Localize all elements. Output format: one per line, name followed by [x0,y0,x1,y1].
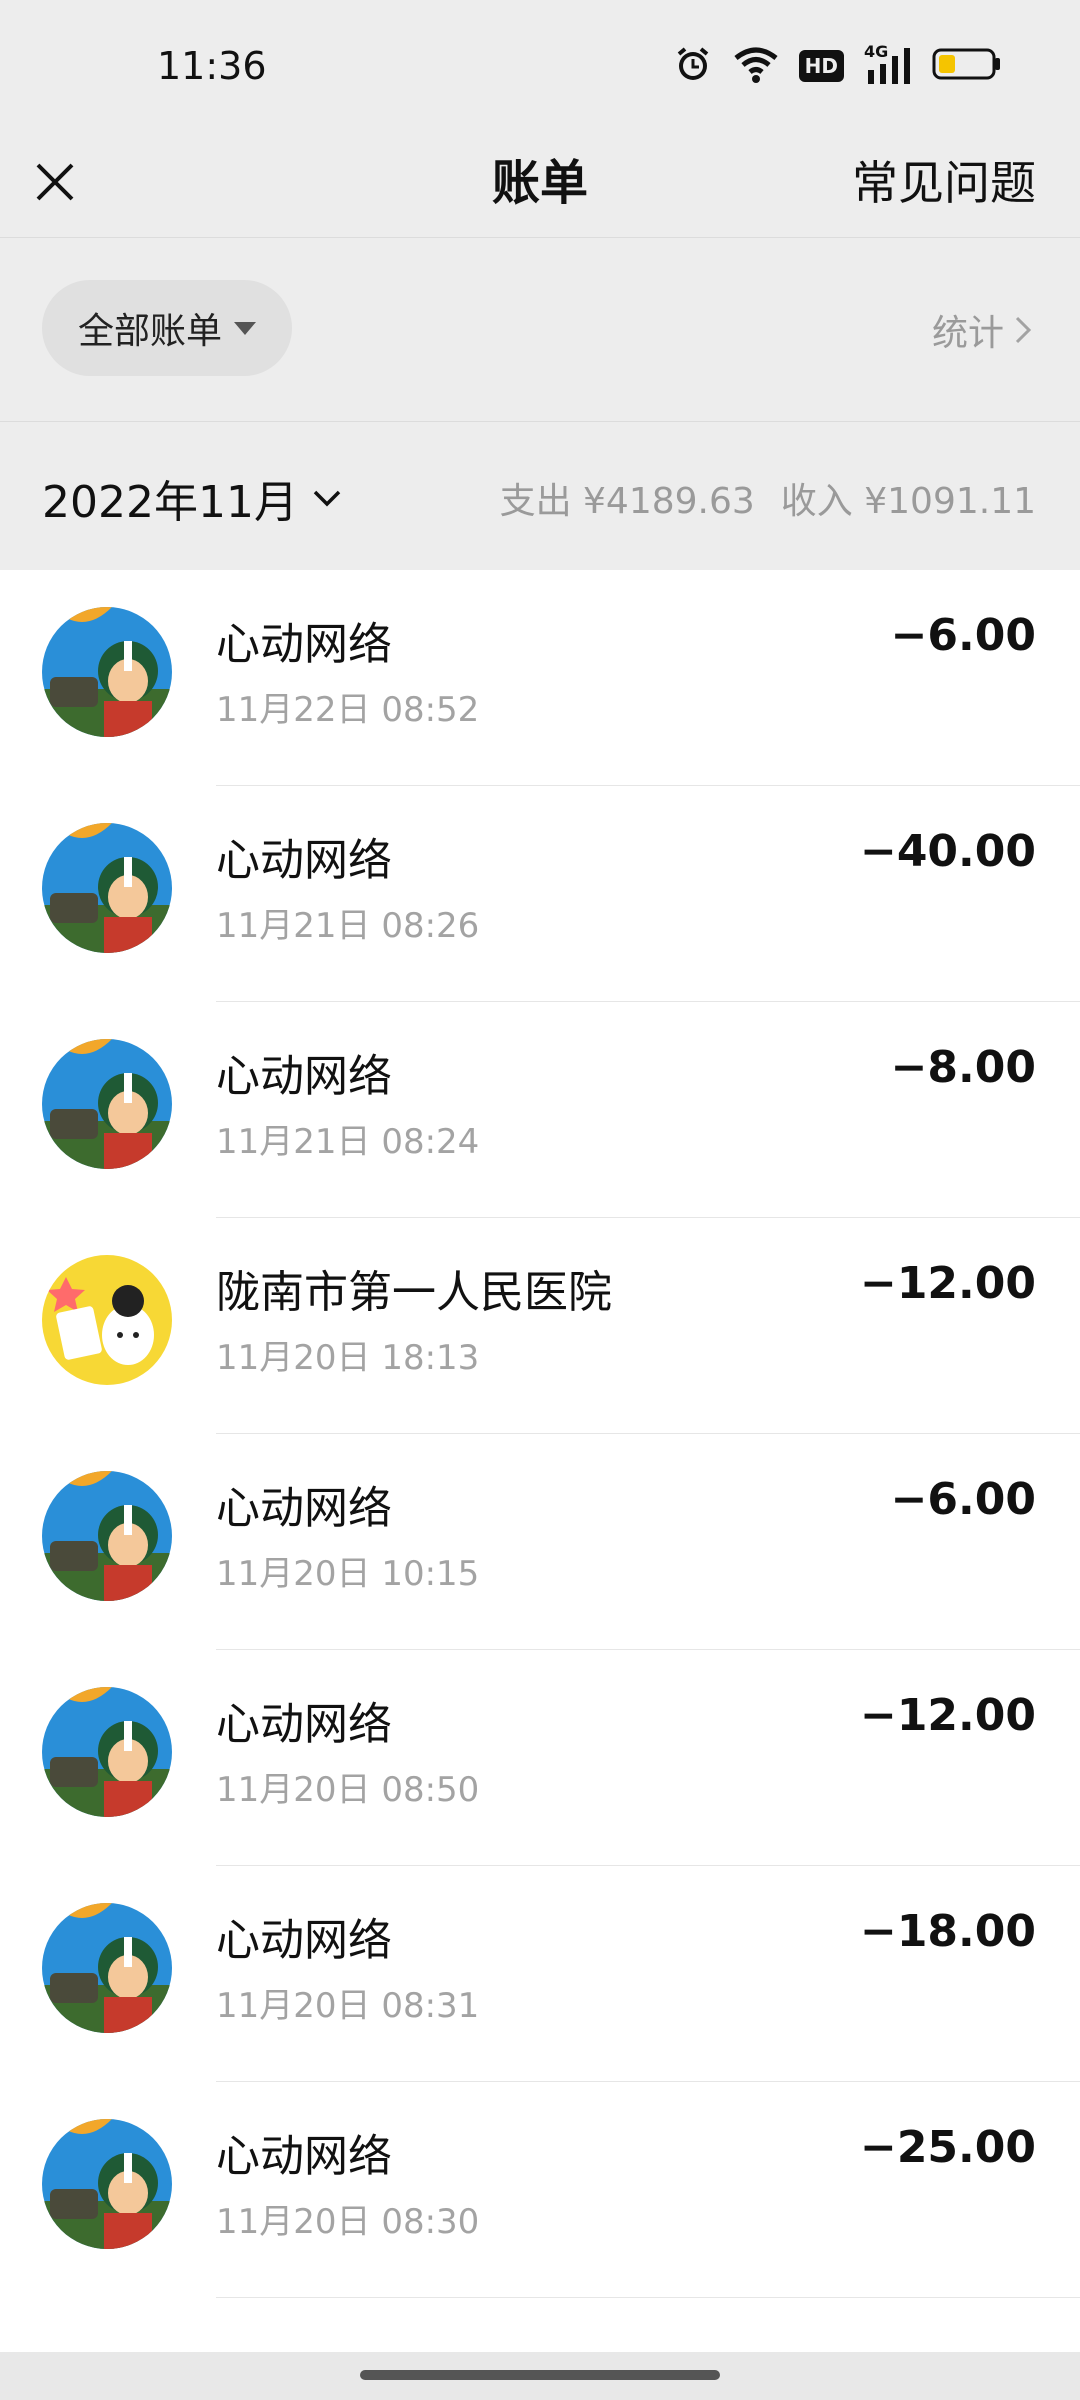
transaction-amount: −12.00 [859,1258,1036,1309]
home-indicator[interactable] [360,2370,720,2380]
transaction-time: 11月20日 08:30 [216,2202,480,2242]
transaction-time: 11月20日 08:50 [216,1770,480,1810]
month-summary: 支出 ¥4189.63 收入 ¥1091.11 [500,472,1036,524]
game-avatar [42,1903,172,2033]
transaction-row-1[interactable]: 心动网络 11月22日 08:52 −6.00 [0,570,1080,786]
caret-down-icon [234,321,256,335]
game-avatar [42,2119,172,2249]
expense-total: 支出 ¥4189.63 [499,481,755,522]
battery-icon [932,47,1002,85]
hd-icon: HD [798,50,844,82]
transaction-amount: −25.00 [859,2122,1036,2173]
month-selector[interactable]: 2022年11月 [42,466,342,530]
merchant-name: 心动网络 [216,1051,392,1102]
top-nav: 账单 常见问题 [0,135,1080,238]
bill-filter-label: 全部账单 [77,311,222,352]
transaction-time: 11月22日 08:52 [216,690,480,730]
transaction-row-7[interactable]: 心动网络 11月20日 08:31 −18.00 [0,1866,1080,2082]
signal-4g-icon: 4G [864,42,912,86]
stats-label: 统计 [931,313,1004,354]
transaction-row-4[interactable]: 陇南市第一人民医院 11月20日 18:13 −12.00 [0,1218,1080,1434]
merchant-name: 心动网络 [216,2131,392,2182]
game-avatar [42,1687,172,1817]
transaction-time: 11月20日 08:31 [216,1986,480,2026]
game-avatar [42,1039,172,1169]
merchant-name: 心动网络 [216,1483,392,1534]
transaction-row-3[interactable]: 心动网络 11月21日 08:24 −8.00 [0,1002,1080,1218]
status-bar: 11:36 HD 4G [0,0,1080,135]
transaction-time: 11月21日 08:24 [216,1122,480,1162]
transaction-time: 11月20日 10:15 [216,1554,480,1594]
transaction-amount: −40.00 [859,826,1036,877]
transaction-time: 11月21日 08:26 [216,906,480,946]
transaction-amount: −6.00 [890,1474,1036,1525]
chevron-down-icon [313,490,341,507]
bill-filter-dropdown[interactable]: 全部账单 [42,280,292,376]
transaction-amount: −12.00 [859,1690,1036,1741]
alarm-icon [673,44,713,88]
transaction-row-8[interactable]: 心动网络 11月20日 08:30 −25.00 [0,2082,1080,2298]
status-icons: HD 4G [673,42,1002,88]
transaction-list: 心动网络 11月22日 08:52 −6.00 心动网络 11月21日 08:2… [0,570,1080,2298]
transaction-amount: −18.00 [859,1906,1036,1957]
transaction-row-2[interactable]: 心动网络 11月21日 08:26 −40.00 [0,786,1080,1002]
transaction-row-5[interactable]: 心动网络 11月20日 10:15 −6.00 [0,1434,1080,1650]
merchant-name: 心动网络 [216,1699,392,1750]
merchant-name: 心动网络 [216,1915,392,1966]
row-divider [216,2297,1080,2298]
merchant-name: 陇南市第一人民医院 [216,1267,612,1318]
month-label: 2022年11月 [42,477,298,528]
filter-bar: 全部账单 统计 [0,238,1080,422]
game-avatar [42,823,172,953]
income-total: 收入 ¥1091.11 [780,481,1036,522]
transaction-time: 11月20日 18:13 [216,1338,480,1378]
game-avatar [42,607,172,737]
month-header: 2022年11月 支出 ¥4189.63 收入 ¥1091.11 [0,422,1080,570]
stats-link[interactable]: 统计 [932,304,1034,356]
transaction-amount: −8.00 [890,1042,1036,1093]
transaction-amount: −6.00 [890,610,1036,661]
hospital-avatar [42,1255,172,1385]
merchant-name: 心动网络 [216,835,392,886]
gesture-bar [0,2352,1080,2400]
faq-link[interactable]: 常见问题 [852,143,1036,223]
transaction-row-6[interactable]: 心动网络 11月20日 08:50 −12.00 [0,1650,1080,1866]
chevron-right-icon [1015,316,1032,344]
game-avatar [42,1471,172,1601]
status-time: 11:36 [157,44,267,88]
wifi-icon [733,44,779,88]
merchant-name: 心动网络 [216,619,392,670]
